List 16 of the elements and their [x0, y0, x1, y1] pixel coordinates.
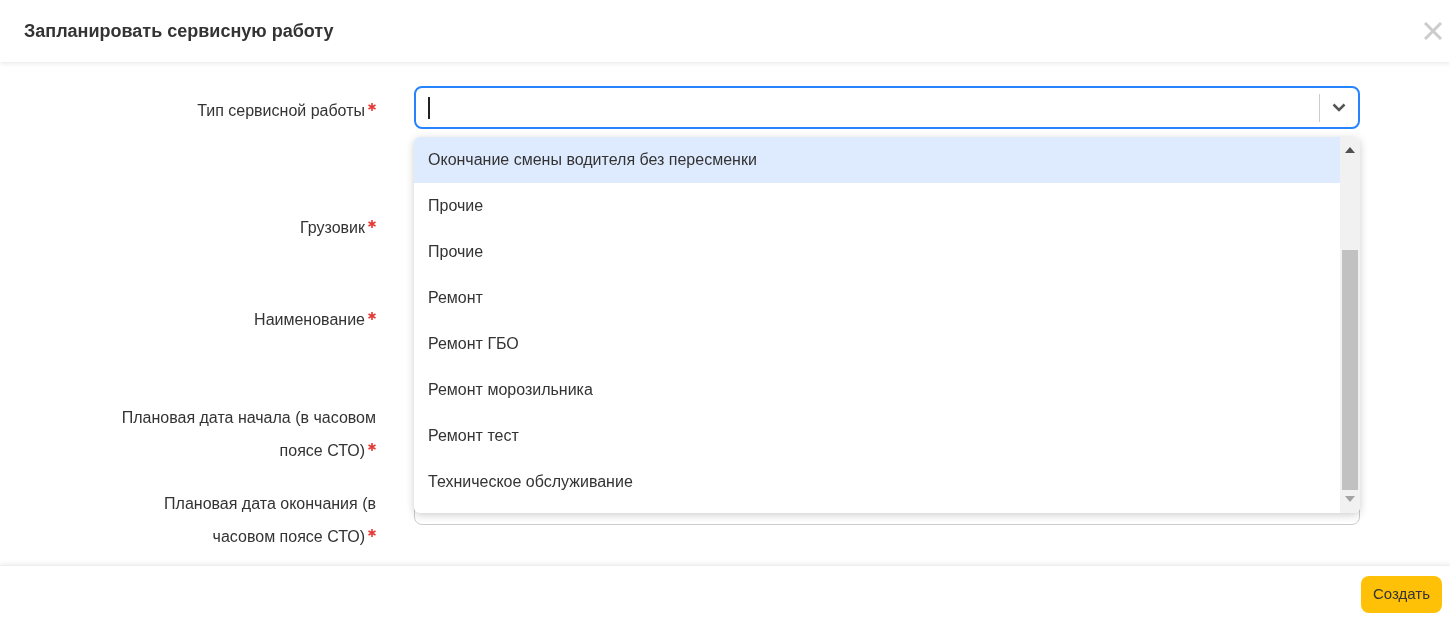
- close-icon[interactable]: [1424, 22, 1442, 40]
- field-label: Плановая дата окончания (в часовом поясе СТО): [163, 494, 376, 547]
- scroll-up-icon[interactable]: [1345, 147, 1355, 153]
- field-label: Наименование: [110, 303, 376, 393]
- text-cursor: [428, 96, 430, 119]
- dialog-title: Запланировать сервисную работу: [24, 19, 334, 43]
- field-label: Плановая дата начала (в часовом поясе СТО): [120, 408, 376, 461]
- field-label: Грузовик: [110, 211, 376, 295]
- create-button[interactable]: Создать: [1361, 575, 1442, 613]
- scroll-down-icon[interactable]: [1345, 496, 1355, 502]
- dropdown-option[interactable]: Окончание смены водителя без пересменки: [414, 137, 1340, 183]
- select-field[interactable]: [414, 86, 1360, 129]
- scrollbar-thumb[interactable]: [1342, 250, 1358, 490]
- field-label: Тип сервисной работы: [110, 94, 376, 203]
- scrollbar[interactable]: [1340, 137, 1360, 513]
- chevron-down-icon[interactable]: [1332, 103, 1346, 112]
